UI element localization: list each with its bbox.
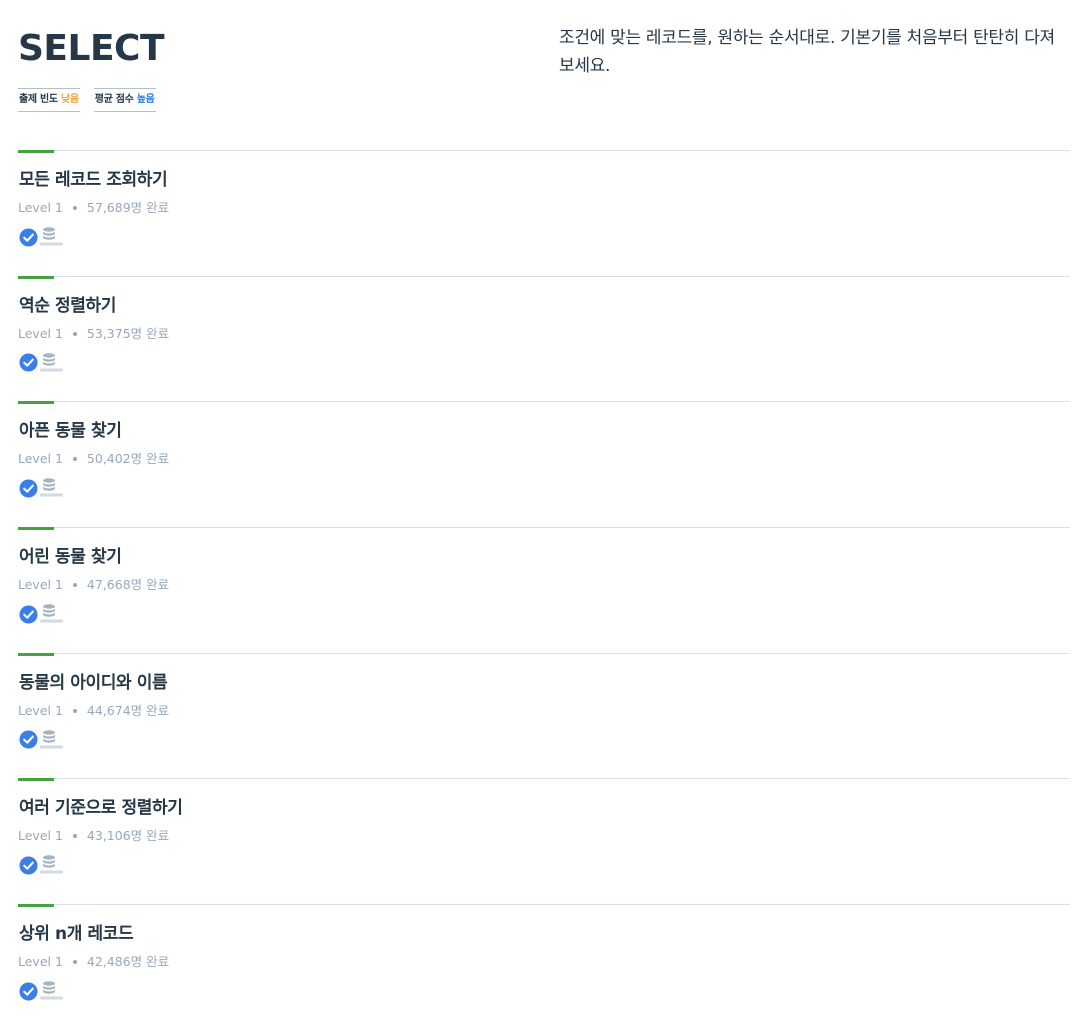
frequency-label: 출제 빈도 [19, 94, 58, 105]
problem-title[interactable]: 아픈 동물 찾기 [19, 420, 122, 442]
problem-title[interactable]: 상위 n개 레코드 [19, 923, 134, 945]
problem-meta: Level 1 43,106명 완료 [18, 828, 169, 844]
check-circle-icon [19, 353, 38, 372]
problem-completed-count: 43,106명 완료 [86, 828, 170, 844]
average-score-value: 높음 [136, 94, 155, 105]
problem-meta: Level 1 42,486명 완료 [18, 954, 169, 970]
separator-dot [72, 457, 77, 462]
problem-item[interactable]: 여러 기준으로 정렬하기 Level 1 43,106명 완료 [18, 778, 1070, 904]
oracle-database-icon [40, 604, 63, 623]
problem-item[interactable]: 어린 동물 찾기 Level 1 47,668명 완료 [18, 527, 1070, 653]
problem-completed-count: 50,402명 완료 [86, 451, 170, 467]
page-title: SELECT [18, 28, 165, 69]
problem-level: Level 1 [18, 702, 63, 718]
problem-completed-count: 57,689명 완료 [86, 200, 170, 215]
problem-title[interactable]: 동물의 아이디와 이름 [19, 672, 168, 694]
problem-badges [19, 854, 64, 876]
problem-completed-count: 47,668명 완료 [86, 577, 170, 593]
frequency-tag: 출제 빈도 낮음 [18, 88, 80, 112]
check-circle-icon [19, 479, 38, 498]
check-circle-icon [19, 730, 38, 749]
problem-title[interactable]: 여러 기준으로 정렬하기 [19, 797, 183, 819]
problem-level: Level 1 [18, 577, 63, 593]
problem-level: Level 1 [18, 325, 63, 341]
separator-dot [72, 331, 77, 336]
problem-meta: Level 1 50,402명 완료 [18, 451, 169, 467]
category-tags: 출제 빈도 낮음 평균 점수 높음 [18, 88, 538, 112]
problem-level: Level 1 [18, 828, 63, 844]
problem-badges [19, 980, 64, 1002]
problem-completed-count: 42,486명 완료 [86, 954, 170, 970]
separator-dot [72, 708, 77, 713]
separator-dot [72, 960, 77, 965]
problem-item[interactable]: 역순 정렬하기 Level 1 53,375명 완료 [18, 275, 1070, 402]
separator-dot [72, 206, 77, 210]
problem-badges [19, 352, 64, 374]
oracle-database-icon [40, 730, 63, 749]
category-header: SELECT 출제 빈도 낮음 평균 점수 높음 [18, 26, 538, 112]
separator-dot [72, 834, 77, 839]
category-description: 조건에 맞는 레코드를, 원하는 순서대로. 기본기를 처음부터 탄탄히 다져보… [559, 28, 1055, 76]
oracle-database-icon [40, 352, 63, 372]
problem-meta: Level 1 57,689명 완료 [18, 200, 169, 216]
problem-title[interactable]: 어린 동물 찾기 [19, 546, 122, 568]
problem-completed-count: 53,375명 완료 [86, 325, 170, 341]
average-score-tag: 평균 점수 높음 [93, 88, 156, 112]
problem-title[interactable]: 모든 레코드 조회하기 [19, 169, 168, 191]
problem-badges [19, 729, 64, 751]
problem-item[interactable]: 동물의 아이디와 이름 Level 1 44,674명 완료 [18, 652, 1070, 779]
page: SELECT 출제 빈도 낮음 평균 점수 높음 조건에 맞는 레코드를, 원하… [0, 0, 1088, 1024]
oracle-database-icon [40, 227, 63, 246]
check-circle-icon [19, 227, 38, 247]
oracle-database-icon [40, 855, 63, 874]
problem-list: 모든 레코드 조회하기 Level 1 57,689명 완료 역순 정렬하기 L… [18, 150, 1070, 1024]
problem-item[interactable]: 모든 레코드 조회하기 Level 1 57,689명 완료 [18, 150, 1070, 276]
check-circle-icon [19, 856, 38, 875]
problem-completed-count: 44,674명 완료 [86, 702, 170, 718]
average-score-label: 평균 점수 [94, 94, 134, 105]
check-circle-icon [19, 982, 38, 1001]
problem-level: Level 1 [18, 451, 63, 467]
problem-item[interactable]: 아픈 동물 찾기 Level 1 50,402명 완료 [18, 401, 1070, 527]
oracle-database-icon [40, 478, 63, 497]
problem-level: Level 1 [18, 954, 63, 970]
problem-badges [19, 603, 64, 625]
problem-level: Level 1 [18, 200, 63, 215]
oracle-database-icon [40, 981, 63, 1000]
problem-title[interactable]: 역순 정렬하기 [19, 295, 116, 317]
problem-item[interactable]: 상위 n개 레코드 Level 1 42,486명 완료 [18, 904, 1070, 1024]
separator-dot [72, 583, 77, 588]
check-circle-icon [19, 605, 38, 624]
problem-badges [19, 477, 64, 499]
problem-meta: Level 1 53,375명 완료 [18, 326, 169, 342]
frequency-value: 낮음 [60, 94, 79, 105]
problem-badges [19, 226, 64, 248]
problem-meta: Level 1 44,674명 완료 [18, 703, 169, 719]
problem-meta: Level 1 47,668명 완료 [18, 577, 169, 593]
